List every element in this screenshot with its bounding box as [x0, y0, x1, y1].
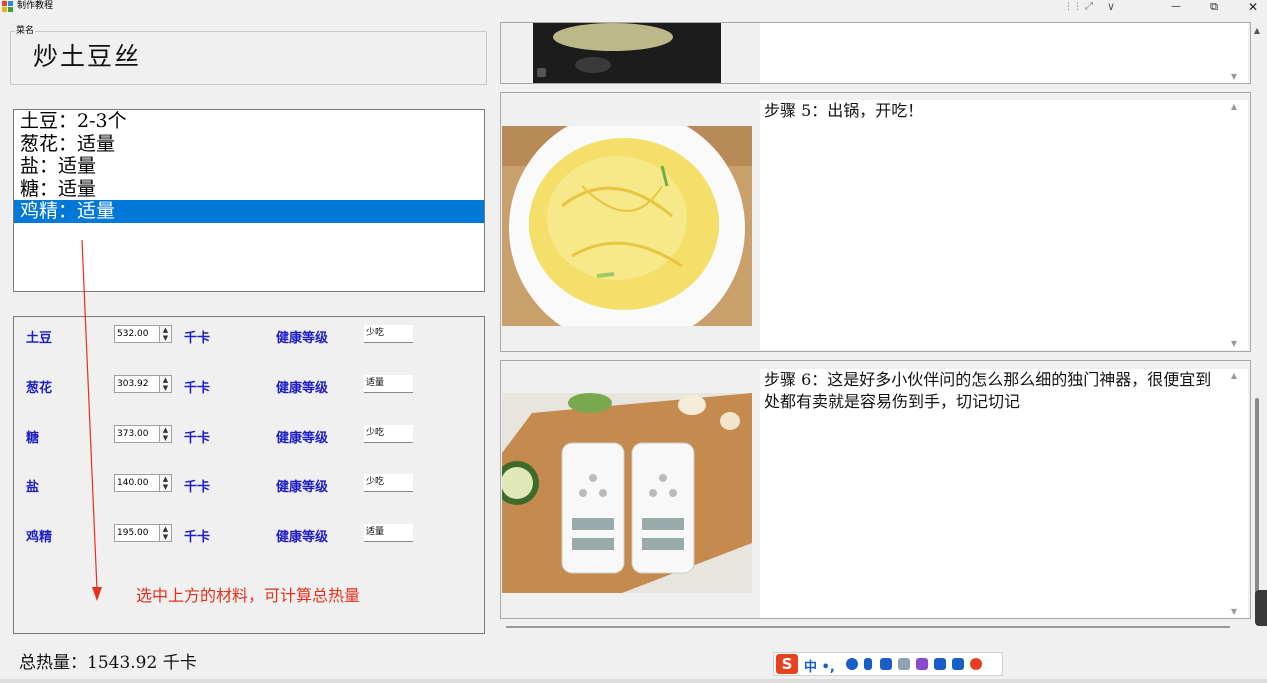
window-title: 制作教程 — [17, 1, 54, 11]
skin-icon[interactable] — [916, 658, 928, 670]
user-icon[interactable] — [898, 658, 910, 670]
dish-name-label: 菜名 — [15, 23, 36, 36]
step-text: 步骤 6：这是好多小伙伴问的怎么那么细的独门神器，很便宜到处都有卖就是容易伤到手… — [764, 370, 1212, 411]
ingredient-item[interactable]: 糖：适量 — [14, 178, 484, 201]
taskbar-edge — [0, 679, 1267, 683]
health-level-label: 健康等级 — [276, 480, 329, 495]
spin-down-icon[interactable]: ▼ — [163, 434, 168, 442]
spin-up-icon[interactable]: ▲ — [163, 426, 168, 434]
scroll-down-icon[interactable]: ▼ — [1220, 72, 1248, 81]
kcal-unit-label: 千卡 — [184, 381, 211, 396]
kcal-unit-label: 千卡 — [184, 530, 211, 545]
scroll-down-icon[interactable]: ▼ — [1220, 339, 1248, 348]
ingredient-item[interactable]: 盐：适量 — [14, 155, 484, 178]
step-image — [495, 393, 752, 593]
step-image-photo — [502, 110, 752, 346]
annotation-arrow — [81, 239, 102, 601]
step-text-scrollbar[interactable]: ▼ — [1220, 23, 1248, 83]
spin-up-icon[interactable]: ▲ — [163, 326, 168, 334]
calorie-spinner[interactable]: ▲ ▼ — [159, 375, 172, 393]
calc-ingredient-name: 鸡精 — [26, 530, 53, 545]
calc-hint-text: 选中上方的材料，可计算总热量 — [136, 586, 361, 605]
ime-mode-indicator[interactable]: 中 •, — [804, 656, 835, 675]
step-text-scrollbar[interactable]: ▲ ▼ — [1220, 369, 1248, 618]
step-panel: 步骤 6：这是好多小伙伴问的怎么那么细的独门神器，很便宜到处都有卖就是容易伤到手… — [495, 360, 1251, 619]
spin-down-icon[interactable]: ▼ — [163, 384, 168, 392]
kcal-unit-label: 千卡 — [184, 480, 211, 495]
step-text-box[interactable]: 步骤 5：出锅，开吃！ ▲ ▼ — [760, 100, 1248, 350]
ingredient-item-selected[interactable]: 鸡精：适量 — [14, 200, 484, 223]
expand-icon[interactable]: ⤢ — [1082, 0, 1096, 14]
layout-grid-icon[interactable]: ⋮⋮ — [1064, 0, 1082, 14]
step-text-scrollbar[interactable]: ▲ ▼ — [1220, 100, 1248, 350]
spin-down-icon[interactable]: ▼ — [163, 533, 168, 541]
health-level-field[interactable]: 适量 — [364, 524, 413, 542]
calorie-spinner[interactable]: ▲ ▼ — [159, 524, 172, 542]
step-panel: ▼ — [500, 22, 1251, 84]
spin-down-icon[interactable]: ▼ — [163, 334, 168, 342]
game-icon[interactable] — [934, 658, 946, 670]
kcal-unit-label: 千卡 — [184, 431, 211, 446]
calc-ingredient-name: 葱花 — [26, 381, 53, 396]
total-calories: 总热量：1543.92 千卡 — [19, 653, 197, 673]
health-level-label: 健康等级 — [276, 530, 329, 545]
step-image-photo — [495, 393, 752, 593]
scroll-up-icon[interactable]: ▲ — [1251, 26, 1263, 35]
divider — [506, 626, 1230, 628]
kcal-unit-label: 千卡 — [184, 331, 211, 346]
side-edge-tab[interactable] — [1255, 590, 1267, 626]
spin-down-icon[interactable]: ▼ — [163, 483, 168, 491]
calc-ingredient-name: 盐 — [26, 480, 40, 495]
emoji-icon[interactable] — [846, 658, 858, 670]
spin-up-icon[interactable]: ▲ — [163, 376, 168, 384]
calc-ingredient-name: 糖 — [26, 431, 40, 446]
apps-icon[interactable] — [952, 658, 964, 670]
scroll-up-icon[interactable]: ▲ — [1220, 371, 1248, 380]
ingredient-item[interactable]: 葱花：适量 — [14, 133, 484, 156]
title-bar: 制作教程 ⋮⋮ ⤢ ∨ — ⧉ ✕ — [0, 0, 1267, 14]
health-level-label: 健康等级 — [276, 331, 329, 346]
ingredient-item[interactable]: 土豆：2-3个 — [14, 110, 484, 133]
step-text-box[interactable]: ▼ — [760, 23, 1248, 83]
microphone-icon[interactable] — [864, 658, 872, 670]
health-level-field[interactable]: 少吃 — [364, 474, 413, 492]
health-level-label: 健康等级 — [276, 381, 329, 396]
health-level-field[interactable]: 少吃 — [364, 325, 413, 343]
step-text-box[interactable]: 步骤 6：这是好多小伙伴问的怎么那么细的独门神器，很便宜到处都有卖就是容易伤到手… — [760, 369, 1248, 618]
steps-scrollbar[interactable]: ▲ — [1251, 22, 1263, 622]
step-text: 步骤 5：出锅，开吃！ — [764, 101, 924, 120]
scroll-down-icon[interactable]: ▼ — [1220, 607, 1248, 616]
restore-button[interactable]: ⧉ — [1206, 0, 1222, 14]
spin-up-icon[interactable]: ▲ — [163, 475, 168, 483]
health-level-field[interactable]: 适量 — [364, 375, 413, 393]
minimize-button[interactable]: — — [1168, 0, 1184, 14]
dish-name: 炒土豆丝 — [33, 42, 142, 71]
ime-logo-icon[interactable]: S — [776, 654, 798, 674]
scrollbar-thumb[interactable] — [1255, 398, 1259, 606]
close-button[interactable]: ✕ — [1245, 0, 1261, 14]
keyboard-icon[interactable] — [880, 658, 892, 670]
app-icon — [2, 1, 13, 12]
step-image — [533, 23, 721, 83]
health-level-label: 健康等级 — [276, 431, 329, 446]
settings-icon[interactable] — [970, 658, 982, 670]
ime-toolbar[interactable]: S 中 •, — [773, 652, 1003, 676]
step-image — [502, 110, 752, 346]
calc-ingredient-name: 土豆 — [26, 331, 53, 346]
step-panel: 步骤 5：出锅，开吃！ ▲ ▼ — [500, 92, 1251, 352]
step-image-photo — [533, 23, 721, 83]
chevron-down-icon[interactable]: ∨ — [1103, 0, 1119, 14]
health-level-field[interactable]: 少吃 — [364, 425, 413, 443]
scroll-up-icon[interactable]: ▲ — [1220, 102, 1248, 111]
spin-up-icon[interactable]: ▲ — [163, 525, 168, 533]
calorie-spinner[interactable]: ▲ ▼ — [159, 325, 172, 343]
calorie-spinner[interactable]: ▲ ▼ — [159, 474, 172, 492]
calorie-spinner[interactable]: ▲ ▼ — [159, 425, 172, 443]
